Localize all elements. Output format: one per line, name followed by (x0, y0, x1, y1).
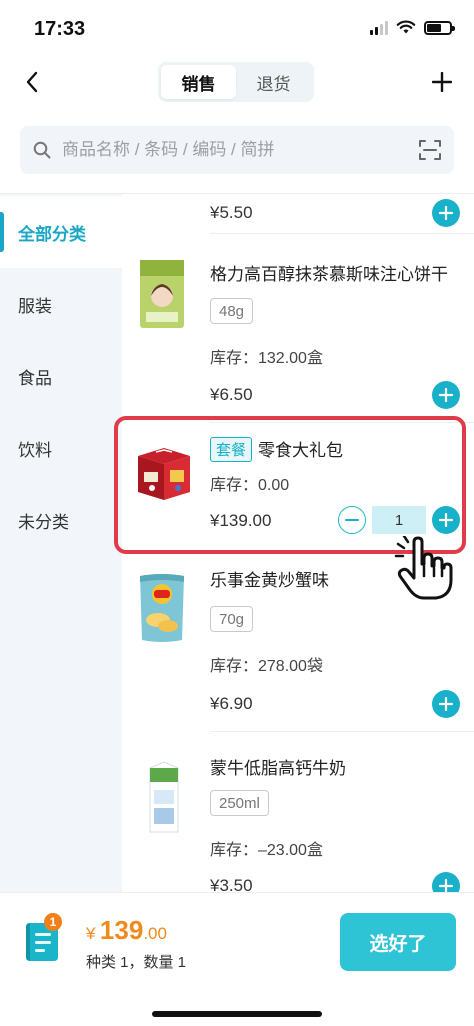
search-input[interactable] (62, 140, 402, 160)
product-price: ¥139.00 (210, 511, 272, 530)
plus-icon (439, 513, 453, 527)
status-icons (370, 20, 455, 35)
product-name: 乐事金黄炒蟹味 (210, 571, 329, 590)
add-to-cart-button[interactable] (432, 690, 460, 718)
hand-pointer-icon (394, 536, 453, 600)
status-time: 17:33 (34, 18, 86, 40)
back-icon (26, 71, 38, 93)
spec-tag: 70g (210, 606, 254, 632)
item-divider (210, 731, 474, 732)
tab-return[interactable]: 退货 (236, 65, 311, 99)
cart-badge: 1 (44, 913, 62, 931)
search-bar (20, 126, 454, 174)
currency-symbol: ¥ (86, 924, 96, 943)
wifi-icon (396, 20, 416, 34)
product-stock: 库存：–23.00盒 (210, 842, 323, 859)
plus-icon (439, 388, 453, 402)
battery-icon (424, 20, 455, 35)
plus-icon (439, 879, 453, 892)
search-icon (32, 140, 52, 160)
total-decimal: .00 (143, 924, 167, 943)
sidebar-item-drinks[interactable]: 饮料 (0, 412, 122, 484)
product-stock: 库存：0.00 (210, 477, 290, 494)
sale-return-switch: 销售 退货 (158, 62, 314, 102)
minus-icon (345, 519, 359, 521)
scan-icon[interactable] (418, 138, 442, 162)
sidebar-item-all[interactable]: 全部分类 (0, 196, 122, 268)
add-to-cart-button[interactable] (432, 199, 460, 227)
cart-bar: 1 ¥ 139.00 种类 1，数量 1 选好了 (0, 892, 474, 1026)
product-item-combo[interactable]: 套餐 零食大礼包 库存：0.00 ¥139.00 (122, 424, 474, 554)
product-name-text: 零食大礼包 (258, 441, 344, 460)
product-price: ¥6.90 (210, 694, 253, 713)
product-item: ¥5.50 (122, 194, 474, 234)
quantity-input[interactable] (372, 506, 426, 534)
product-name: 格力高百醇抹茶慕斯味注心饼干 (210, 265, 448, 284)
item-divider (210, 422, 474, 423)
sidebar-item-uncategorized[interactable]: 未分类 (0, 484, 122, 556)
increase-button[interactable] (432, 506, 460, 534)
cart-summary: 种类 1，数量 1 (86, 954, 187, 971)
product-item[interactable]: 蒙牛低脂高钙牛奶 250ml 库存：–23.00盒 ¥3.50 (122, 742, 474, 892)
confirm-button[interactable]: 选好了 (340, 913, 456, 971)
product-price: ¥5.50 (210, 203, 253, 222)
product-image-gift-box (138, 448, 190, 500)
combo-tag: 套餐 (210, 437, 253, 462)
spec-tag: 250ml (210, 790, 269, 816)
product-name: 套餐 零食大礼包 (210, 436, 343, 462)
product-price: ¥3.50 (210, 876, 253, 892)
status-bar: 17:33 (0, 0, 474, 56)
plus-icon (439, 697, 453, 711)
back-button[interactable] (16, 66, 48, 98)
sidebar-item-clothing[interactable]: 服装 (0, 268, 122, 340)
signal-icon (370, 20, 388, 35)
product-stock: 库存：278.00袋 (210, 658, 323, 675)
product-image-biscuit (140, 260, 184, 328)
product-item[interactable]: 格力高百醇抹茶慕斯味注心饼干 48g 库存：132.00盒 ¥6.50 (122, 234, 474, 423)
add-icon (432, 72, 452, 92)
tab-sale[interactable]: 销售 (161, 65, 236, 99)
sidebar-item-food[interactable]: 食品 (0, 340, 122, 412)
product-price: ¥6.50 (210, 385, 253, 404)
product-image-milk (149, 761, 179, 833)
category-sidebar: 全部分类 服装 食品 饮料 未分类 (0, 194, 122, 892)
decrease-button[interactable] (338, 506, 366, 534)
nav-bar: 销售 退货 (0, 56, 474, 108)
add-to-cart-button[interactable] (432, 381, 460, 409)
product-stock: 库存：132.00盒 (210, 350, 323, 367)
cart-total: ¥ 139.00 (86, 915, 167, 946)
add-button[interactable] (426, 66, 458, 98)
total-integer: 139 (99, 915, 144, 945)
product-image-chips (140, 574, 184, 642)
quantity-stepper (338, 506, 460, 534)
home-indicator (152, 1011, 322, 1017)
plus-icon (439, 206, 453, 220)
add-to-cart-button[interactable] (432, 872, 460, 892)
product-name: 蒙牛低脂高钙牛奶 (210, 759, 346, 778)
spec-tag: 48g (210, 298, 254, 324)
